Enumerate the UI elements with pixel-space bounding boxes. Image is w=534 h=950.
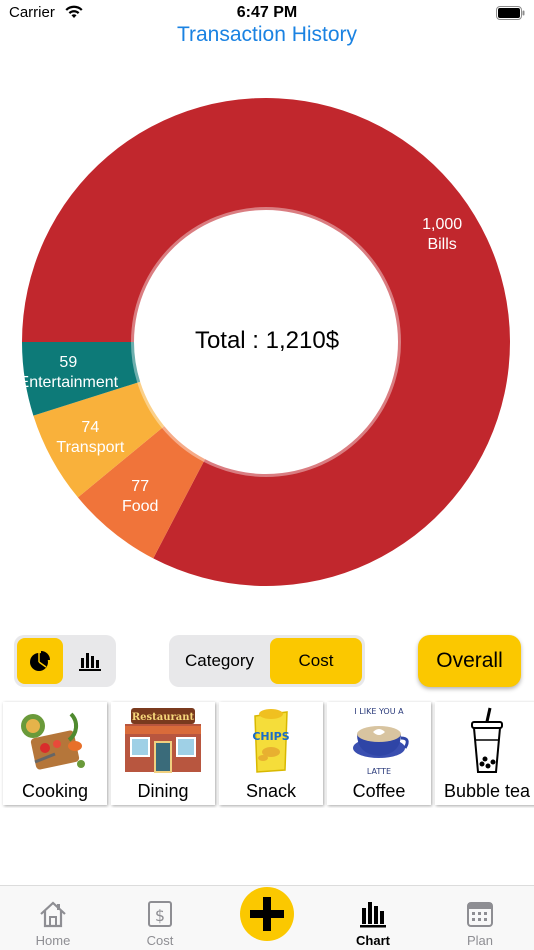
category-card-snack[interactable]: CHIPS Snack xyxy=(219,702,323,805)
tab-chart[interactable]: Chart xyxy=(320,886,426,950)
bar-chart-button[interactable] xyxy=(67,638,113,684)
chart-total-label: Total : 1,210$ xyxy=(194,327,340,354)
tab-label: Plan xyxy=(466,933,494,948)
tab-label: Home xyxy=(35,933,71,948)
category-card-coffee[interactable]: I LIKE YOU A LATTE Coffee xyxy=(327,702,431,805)
tab-label: Chart xyxy=(356,933,390,948)
tab-cost[interactable]: $ Cost xyxy=(107,886,213,950)
slice-value: 1,000 xyxy=(422,216,463,234)
category-card-bubble-tea[interactable]: Bubble tea xyxy=(435,702,534,805)
category-card-cooking[interactable]: Cooking xyxy=(3,702,107,805)
overall-button[interactable]: Overall xyxy=(418,635,521,687)
category-card-dining[interactable]: Restaurant Dining xyxy=(111,702,215,805)
restaurant-sign-text: Restaurant xyxy=(132,712,195,723)
category-label: Snack xyxy=(245,781,297,801)
bar-chart-icon xyxy=(360,902,386,928)
slice-label-entertainment: 59 Entertainment xyxy=(8,353,128,393)
plus-icon xyxy=(250,897,284,931)
donut-chart[interactable]: Total : 1,210$ 1,000 Bills 77 Food 74 Transpo… xyxy=(0,80,534,610)
pie-chart-icon xyxy=(30,651,50,671)
mode-segmented-control: Category Cost xyxy=(169,635,365,687)
category-label: Coffee xyxy=(352,781,406,801)
coffee-art-bottom: LATTE xyxy=(367,767,391,776)
bubble-tea-icon xyxy=(435,702,534,780)
restaurant-icon: Restaurant xyxy=(111,702,215,780)
tab-label: Cost xyxy=(146,933,174,948)
category-row: Cooking Restaurant Dining CHIPS Snack I … xyxy=(0,700,534,808)
add-transaction-button[interactable] xyxy=(240,887,294,941)
cooking-icon xyxy=(3,702,107,780)
category-label: Bubble tea xyxy=(443,781,531,801)
segment-category[interactable]: Category xyxy=(172,638,267,684)
chart-type-toggle xyxy=(14,635,116,687)
slice-label-bills: 1,000 Bills xyxy=(382,215,502,255)
slice-category: Bills xyxy=(427,236,457,254)
coffee-art-top: I LIKE YOU A xyxy=(354,707,404,716)
slice-value: 77 xyxy=(131,478,150,496)
segment-cost[interactable]: Cost xyxy=(270,638,362,684)
battery-icon xyxy=(496,6,525,20)
dollar-icon: $ xyxy=(148,901,172,927)
pie-chart-button[interactable] xyxy=(17,638,63,684)
slice-label-transport: 74 Transport xyxy=(30,418,150,458)
clock: 6:47 PM xyxy=(236,4,298,21)
tab-plan[interactable]: Plan xyxy=(427,886,533,950)
category-label: Dining xyxy=(137,781,189,801)
home-icon xyxy=(40,901,66,928)
chips-text: CHIPS xyxy=(252,730,289,743)
svg-text:$: $ xyxy=(155,906,165,925)
page-title: Transaction History xyxy=(176,23,358,46)
slice-category: Transport xyxy=(56,438,125,456)
slice-label-food: 77 Food xyxy=(80,477,200,517)
slice-category: Entertainment xyxy=(18,373,119,391)
bar-chart-icon xyxy=(79,653,101,671)
chips-icon: CHIPS xyxy=(219,702,323,780)
coffee-icon: I LIKE YOU A LATTE xyxy=(327,702,431,780)
slice-value: 74 xyxy=(81,418,100,436)
category-label: Cooking xyxy=(21,781,89,801)
calendar-icon xyxy=(467,902,493,927)
slice-value: 59 xyxy=(59,353,78,371)
tab-home[interactable]: Home xyxy=(0,886,106,950)
slice-category: Food xyxy=(121,498,159,516)
